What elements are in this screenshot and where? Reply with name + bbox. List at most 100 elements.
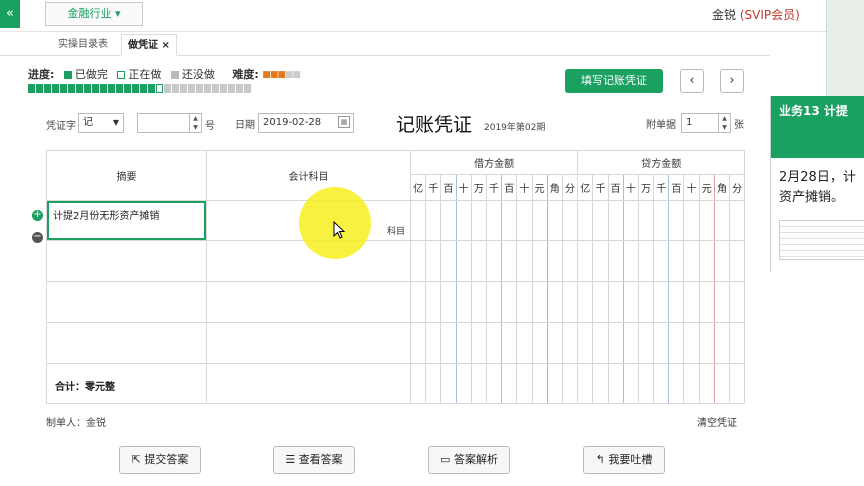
credit-digit-cell[interactable]: [698, 240, 715, 282]
progress-segment[interactable]: [108, 84, 115, 93]
remove-row-icon[interactable]: −: [32, 232, 43, 243]
debit-digit-cell[interactable]: [440, 240, 457, 282]
credit-digit-cell[interactable]: [637, 281, 655, 323]
progress-segment[interactable]: [236, 84, 243, 93]
debit-digit-cell[interactable]: [455, 281, 472, 323]
progress-segment[interactable]: [116, 84, 123, 93]
credit-digit-cell[interactable]: [653, 281, 670, 323]
credit-digit-cell[interactable]: [729, 363, 746, 404]
progress-segment[interactable]: [60, 84, 67, 93]
credit-digit-cell[interactable]: [592, 322, 609, 364]
progress-segment[interactable]: [68, 84, 75, 93]
credit-digit-cell[interactable]: [668, 363, 685, 404]
credit-digit-cell[interactable]: [668, 322, 685, 364]
debit-digit-cell[interactable]: [516, 281, 533, 323]
debit-digit-cell[interactable]: [440, 281, 457, 323]
credit-digit-cell[interactable]: [637, 240, 655, 282]
progress-segment[interactable]: [140, 84, 147, 93]
debit-digit-cell[interactable]: [470, 363, 487, 404]
debit-digit-cell[interactable]: [485, 363, 503, 404]
debit-digit-cell[interactable]: [455, 200, 472, 241]
voucher-word-select[interactable]: 记 ▼: [78, 113, 124, 133]
summary-input[interactable]: 计提2月份无形资产摊销: [47, 201, 206, 240]
debit-digit-cell[interactable]: [561, 240, 579, 282]
debit-digit-cell[interactable]: [531, 281, 548, 323]
debit-digit-cell[interactable]: [531, 363, 548, 404]
credit-digit-cell[interactable]: [653, 363, 670, 404]
debit-digit-cell[interactable]: [561, 363, 579, 404]
submit-answer-button[interactable]: ⇱ 提交答案: [119, 446, 201, 474]
credit-digit-cell[interactable]: [577, 322, 594, 364]
credit-digit-cell[interactable]: [577, 200, 594, 241]
credit-digit-cell[interactable]: [683, 240, 700, 282]
credit-digit-cell[interactable]: [698, 200, 715, 241]
credit-digit-cell[interactable]: [683, 281, 700, 323]
debit-digit-cell[interactable]: [531, 240, 548, 282]
progress-segment[interactable]: [76, 84, 83, 93]
progress-segment[interactable]: [124, 84, 131, 93]
credit-digit-cell[interactable]: [607, 281, 624, 323]
credit-digit-cell[interactable]: [592, 281, 609, 323]
credit-digit-cell[interactable]: [729, 240, 746, 282]
progress-segment[interactable]: [188, 84, 195, 93]
task-document-thumbnail[interactable]: [779, 220, 864, 260]
progress-segment[interactable]: [164, 84, 171, 93]
credit-digit-cell[interactable]: [668, 281, 685, 323]
progress-segment[interactable]: [28, 84, 35, 93]
credit-digit-cell[interactable]: [637, 322, 655, 364]
debit-digit-cell[interactable]: [440, 322, 457, 364]
credit-digit-cell[interactable]: [729, 200, 746, 241]
calendar-icon[interactable]: ▦: [338, 116, 350, 128]
attachment-stepper[interactable]: 1 ▲ ▼: [681, 113, 731, 133]
debit-digit-cell[interactable]: [546, 363, 563, 404]
debit-digit-cell[interactable]: [516, 240, 533, 282]
debit-digit-cell[interactable]: [501, 363, 518, 404]
debit-digit-cell[interactable]: [425, 200, 442, 241]
debit-digit-cell[interactable]: [501, 200, 518, 241]
progress-segment[interactable]: [44, 84, 51, 93]
summary-cell[interactable]: [46, 322, 207, 364]
user-info[interactable]: 金锐 (SVIP会员): [712, 6, 800, 23]
credit-digit-cell[interactable]: [668, 200, 685, 241]
credit-digit-cell[interactable]: [683, 200, 700, 241]
progress-segment[interactable]: [172, 84, 179, 93]
credit-digit-cell[interactable]: [698, 322, 715, 364]
credit-digit-cell[interactable]: [698, 363, 715, 404]
credit-digit-cell[interactable]: [622, 240, 639, 282]
progress-segment[interactable]: [92, 84, 99, 93]
debit-digit-cell[interactable]: [409, 363, 427, 404]
debit-digit-cell[interactable]: [425, 281, 442, 323]
debit-digit-cell[interactable]: [546, 281, 563, 323]
credit-digit-cell[interactable]: [622, 281, 639, 323]
credit-digit-cell[interactable]: [698, 281, 715, 323]
debit-digit-cell[interactable]: [425, 363, 442, 404]
debit-digit-cell[interactable]: [561, 322, 579, 364]
credit-digit-cell[interactable]: [683, 363, 700, 404]
credit-digit-cell[interactable]: [577, 281, 594, 323]
progress-segment[interactable]: [132, 84, 139, 93]
summary-cell[interactable]: [46, 281, 207, 323]
credit-digit-cell[interactable]: [577, 363, 594, 404]
debit-digit-cell[interactable]: [455, 240, 472, 282]
feedback-button[interactable]: ↰ 我要吐槽: [583, 446, 665, 474]
prev-button[interactable]: ‹: [680, 69, 704, 93]
debit-digit-cell[interactable]: [409, 240, 427, 282]
credit-digit-cell[interactable]: [653, 200, 670, 241]
debit-digit-cell[interactable]: [455, 363, 472, 404]
debit-digit-cell[interactable]: [531, 322, 548, 364]
debit-digit-cell[interactable]: [485, 281, 503, 323]
progress-segment[interactable]: [228, 84, 235, 93]
credit-digit-cell[interactable]: [653, 240, 670, 282]
clear-voucher-button[interactable]: 清空凭证: [697, 414, 737, 429]
debit-digit-cell[interactable]: [409, 200, 427, 241]
progress-segment[interactable]: [84, 84, 91, 93]
debit-digit-cell[interactable]: [531, 200, 548, 241]
progress-segment[interactable]: [244, 84, 251, 93]
debit-digit-cell[interactable]: [516, 322, 533, 364]
credit-digit-cell[interactable]: [637, 200, 655, 241]
credit-digit-cell[interactable]: [713, 281, 731, 323]
debit-digit-cell[interactable]: [425, 322, 442, 364]
debit-digit-cell[interactable]: [425, 240, 442, 282]
debit-digit-cell[interactable]: [440, 200, 457, 241]
debit-digit-cell[interactable]: [409, 281, 427, 323]
